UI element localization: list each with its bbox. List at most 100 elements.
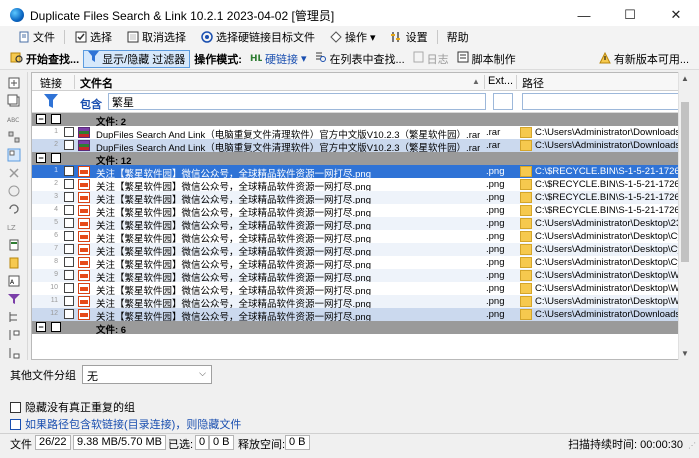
group-select-icon[interactable] xyxy=(6,148,22,162)
collapse-group-icon[interactable]: − xyxy=(36,153,46,163)
row-checkbox[interactable] xyxy=(64,270,74,280)
move-icon[interactable] xyxy=(6,256,22,270)
group-checkbox[interactable] xyxy=(51,114,61,124)
find-in-list-button[interactable]: 在列表中查找... xyxy=(311,49,409,69)
resize-grip-icon[interactable]: ⋰ xyxy=(688,441,696,450)
vertical-scrollbar[interactable]: ▲ ▼ xyxy=(678,72,690,360)
menu-action-label: 操作 ▾ xyxy=(345,32,376,44)
update-available-link[interactable]: 有新版本可用... xyxy=(595,49,693,69)
table-row[interactable]: 1 DupFiles Search And Link（电脑重复文件清理软件）官方… xyxy=(32,126,689,139)
file-path: C:\Users\Administrator\Downloads\D xyxy=(535,309,690,320)
collapse-group-icon[interactable]: − xyxy=(36,322,46,332)
table-row[interactable]: 12 关注【繁星软件园】微信公众号，全球精品软件资源一网打尽.png .png … xyxy=(32,308,690,321)
scroll-down-icon[interactable]: ▼ xyxy=(681,349,689,358)
sort-icon[interactable]: ABC xyxy=(6,112,22,126)
start-search-button[interactable]: 开始查找... xyxy=(6,49,83,69)
menu-select-hardlink-targets[interactable]: 选择硬链接目标文件 xyxy=(193,27,322,47)
menu-help[interactable]: 帮助 xyxy=(440,27,476,47)
hide-no-dup-option[interactable]: 隐藏没有真正重复的组 xyxy=(10,399,135,415)
row-checkbox[interactable] xyxy=(64,179,74,189)
row-checkbox[interactable] xyxy=(64,257,74,267)
table-row[interactable]: 2 DupFiles Search And Link（电脑重复文件清理软件）官方… xyxy=(32,139,689,152)
table-row[interactable]: 6 关注【繁星软件园】微信公众号，全球精品软件资源一网打尽.png .png C… xyxy=(32,230,689,243)
collapse-all-icon[interactable] xyxy=(6,94,22,108)
other-groups-select[interactable]: 无 ⌵ xyxy=(82,365,212,384)
column-header-ext[interactable]: Ext... xyxy=(488,75,513,87)
collapse-group-icon[interactable]: − xyxy=(36,114,46,124)
menu-deselect[interactable]: 取消选择 xyxy=(119,27,193,47)
table-row[interactable]: 10 关注【繁星软件园】微信公众号，全球精品软件资源一网打尽.png .png … xyxy=(32,282,689,295)
scroll-up-icon[interactable]: ▲ xyxy=(681,74,689,83)
row-checkbox[interactable] xyxy=(64,244,74,254)
mode-dropdown[interactable]: HL 硬链接 ▾ xyxy=(246,49,311,69)
filter-condition-label[interactable]: 包含 xyxy=(80,96,102,112)
filter-tool-icon[interactable] xyxy=(6,292,22,306)
chevron-down-icon: ⌵ xyxy=(199,368,206,378)
file-path: C:\Users\Administrator\Desktop\WF xyxy=(535,296,686,307)
row-checkbox[interactable] xyxy=(64,166,74,176)
filename-filter-input[interactable] xyxy=(108,93,486,110)
move-up-icon[interactable] xyxy=(6,238,22,252)
group-checkbox[interactable] xyxy=(51,322,61,332)
sort-ascending-icon: ▲ xyxy=(472,77,480,86)
column-header-link[interactable]: 链接 xyxy=(40,75,62,91)
table-row[interactable]: 2 关注【繁星软件园】微信公众号，全球精品软件资源一网打尽.png .png C… xyxy=(32,178,689,191)
row-checkbox[interactable] xyxy=(64,309,74,319)
tree-expand-icon[interactable] xyxy=(6,328,22,342)
row-checkbox[interactable] xyxy=(64,218,74,228)
table-row[interactable]: 9 关注【繁星软件园】微信公众号，全球精品软件资源一网打尽.png .png C… xyxy=(32,269,689,282)
menu-action[interactable]: 操作 ▾ xyxy=(322,27,383,47)
folder-icon xyxy=(520,218,532,229)
group-header[interactable]: − 文件: 2 xyxy=(32,113,689,126)
path-filter-input[interactable] xyxy=(522,93,682,110)
menu-file[interactable]: 文件 xyxy=(10,27,62,47)
table-row[interactable]: 8 关注【繁星软件园】微信公众号，全球精品软件资源一网打尽.png .png C… xyxy=(32,256,689,269)
script-button[interactable]: 脚本制作 xyxy=(453,49,520,69)
hide-softlink-checkbox[interactable] xyxy=(10,418,21,430)
column-header-filename[interactable]: 文件名 xyxy=(80,75,113,91)
group-header[interactable]: − 文件: 12 xyxy=(32,152,689,165)
svg-text:LZ: LZ xyxy=(7,224,16,232)
row-checkbox[interactable] xyxy=(64,231,74,241)
file-ext: .png xyxy=(486,192,505,203)
group-icon[interactable] xyxy=(6,130,22,144)
remove-icon[interactable] xyxy=(6,166,22,180)
table-row[interactable]: 4 关注【繁星软件园】微信公众号，全球精品软件资源一网打尽.png .png C… xyxy=(32,204,689,217)
tree-icon[interactable] xyxy=(6,310,22,324)
attr-icon[interactable]: A xyxy=(6,274,22,288)
log-button[interactable]: 日志 xyxy=(409,49,453,69)
menu-settings[interactable]: 设置 xyxy=(383,27,435,47)
toggle-filter-button[interactable]: 显示/隐藏 过滤器 xyxy=(83,49,191,68)
expand-all-icon[interactable] xyxy=(6,76,22,90)
table-row[interactable]: 5 关注【繁星软件园】微信公众号，全球精品软件资源一网打尽.png .png C… xyxy=(32,217,689,230)
table-row[interactable]: 7 关注【繁星软件园】微信公众号，全球精品软件资源一网打尽.png .png C… xyxy=(32,243,689,256)
group-header[interactable]: − 文件: 6 xyxy=(32,321,689,334)
link-icon[interactable] xyxy=(6,184,22,198)
hide-softlink-option[interactable]: 如果路径包含软链接(目录连接)，则隐藏文件 xyxy=(10,416,241,432)
results-grid[interactable]: 链接 文件名 ▲ Ext... 路径 包含 − 文件: 2 1 DupFiles… xyxy=(31,72,690,360)
column-header-path[interactable]: 路径 xyxy=(522,75,544,91)
row-checkbox[interactable] xyxy=(64,205,74,215)
filter-icon xyxy=(88,51,100,66)
row-checkbox[interactable] xyxy=(64,140,74,150)
action-icon xyxy=(329,31,342,44)
hide-no-dup-checkbox[interactable] xyxy=(10,401,21,413)
table-row[interactable]: 3 关注【繁星软件园】微信公众号，全球精品软件资源一网打尽.png .png C… xyxy=(32,191,689,204)
menu-select[interactable]: 选择 xyxy=(67,27,119,47)
filter-funnel-icon[interactable] xyxy=(44,94,58,112)
tree-collapse-icon[interactable] xyxy=(6,346,22,360)
png-file-icon xyxy=(78,205,90,216)
menu-separator xyxy=(64,30,65,44)
scrollbar-thumb[interactable] xyxy=(681,102,689,262)
sort-az-icon[interactable]: LZ xyxy=(6,220,22,234)
row-checkbox[interactable] xyxy=(64,127,74,137)
group-checkbox[interactable] xyxy=(51,153,61,163)
row-checkbox[interactable] xyxy=(64,296,74,306)
refresh-icon[interactable] xyxy=(6,202,22,216)
ext-filter-input[interactable] xyxy=(493,93,513,110)
png-file-icon xyxy=(78,257,90,268)
row-checkbox[interactable] xyxy=(64,283,74,293)
table-row[interactable]: 11 关注【繁星软件园】微信公众号，全球精品软件资源一网打尽.png .png … xyxy=(32,295,689,308)
row-checkbox[interactable] xyxy=(64,192,74,202)
table-row[interactable]: 1 关注【繁星软件园】微信公众号，全球精品软件资源一网打尽.png .png C… xyxy=(32,165,689,178)
